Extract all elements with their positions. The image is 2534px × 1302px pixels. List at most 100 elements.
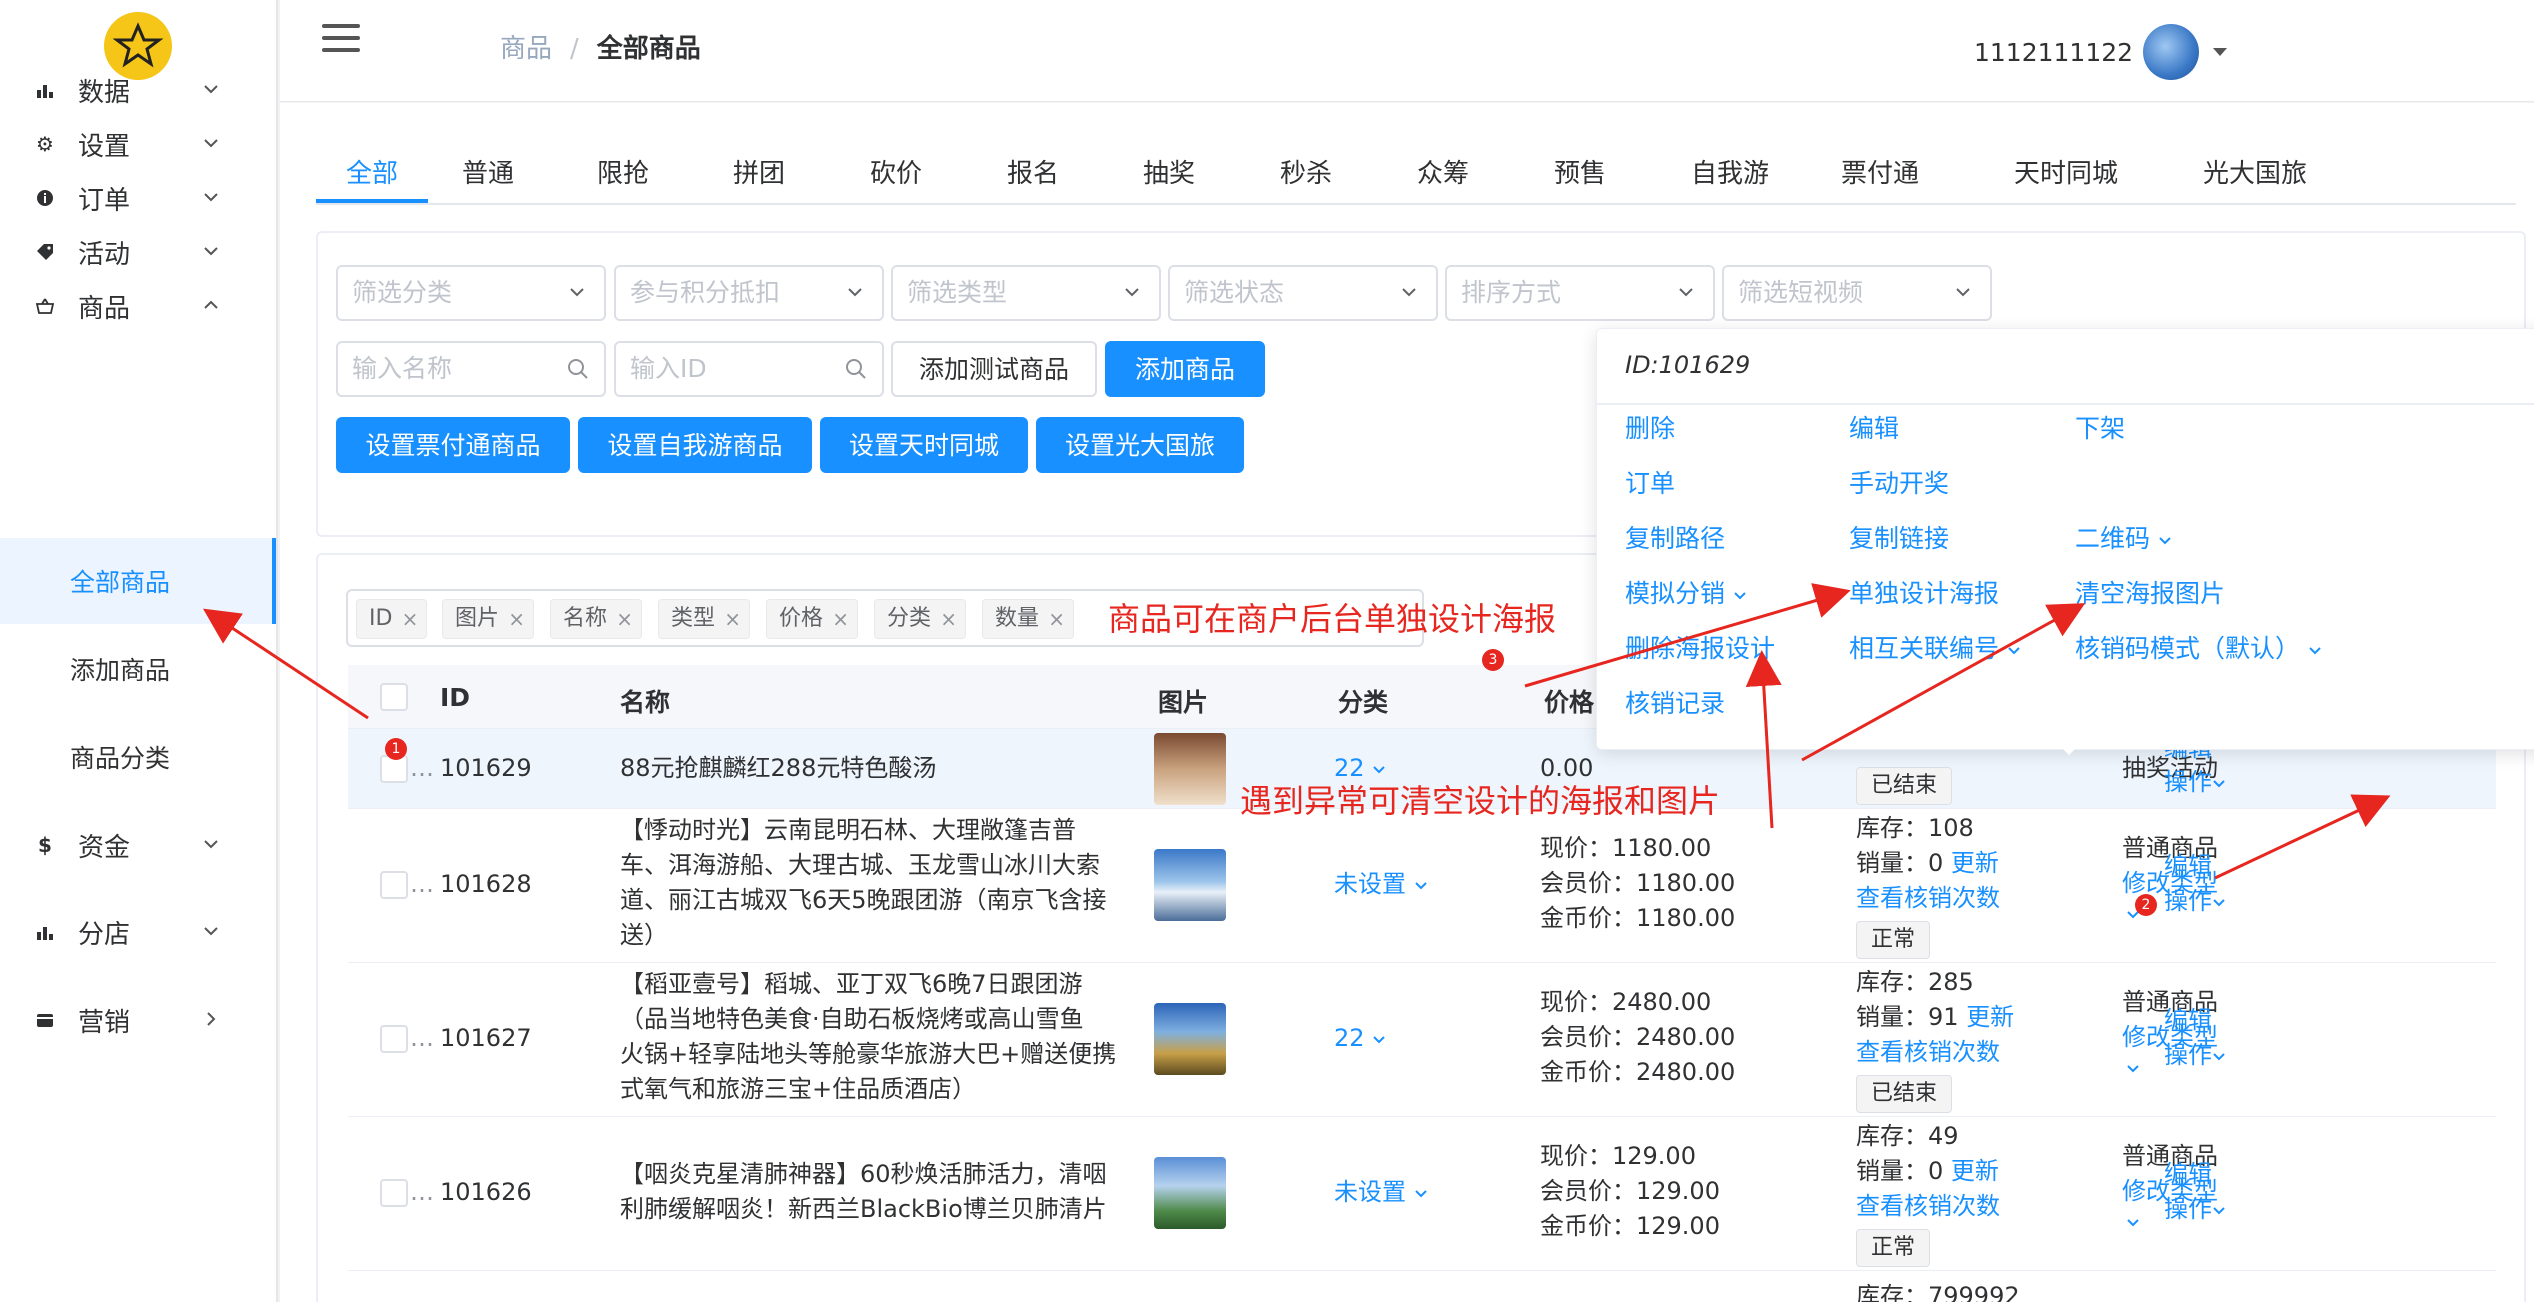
search-icon[interactable] [566,357,590,381]
short-video-select[interactable]: 筛选短视频 [1722,265,1992,321]
tab-all[interactable]: 全部 [316,151,429,203]
copy-path-action[interactable]: 复制路径 [1625,519,1725,555]
hamburger-icon[interactable] [322,24,360,52]
product-thumbnail[interactable] [1154,1157,1226,1229]
update-link[interactable]: 更新 [1966,1003,2014,1031]
view-verify-count-link[interactable]: 查看核销次数 [1856,1035,2000,1070]
sidebar-item-funds[interactable]: $ 资金 [0,813,278,877]
edit-link[interactable]: 编辑 [2164,849,2212,884]
breadcrumb-parent[interactable]: 商品 [500,34,552,64]
chevron-down-icon[interactable] [2126,1215,2140,1229]
tab-crowdfunding[interactable]: 众筹 [1387,151,1499,203]
update-link[interactable]: 更新 [1951,1157,1999,1185]
update-link[interactable]: 更新 [1951,849,1999,877]
tab-tianshi[interactable]: 天时同城 [1984,151,2148,203]
add-test-product-button[interactable]: 添加测试商品 [891,341,1097,397]
product-thumbnail[interactable] [1154,733,1226,805]
select-all-checkbox[interactable] [380,683,408,711]
table-row[interactable]: … 101628 【悸动时光】云南昆明石林、大理敞篷吉普 车、洱海游船、大理古城… [348,809,2496,963]
column-tag[interactable]: 图片 × [442,599,535,639]
tab-signup[interactable]: 报名 [977,151,1089,203]
close-icon[interactable]: × [616,600,633,638]
user-menu[interactable]: 1112111122 [1974,24,2228,80]
chevron-down-icon[interactable] [2126,1061,2140,1075]
table-row[interactable]: … 101627 【稻亚壹号】稻城、亚丁双飞6晚7日跟团游 （品当地特色美食·自… [348,963,2496,1117]
close-icon[interactable]: × [402,600,419,638]
tab-seckill[interactable]: 秒杀 [1250,151,1362,203]
verify-code-mode-dropdown[interactable]: 核销码模式（默认） [2075,629,2322,665]
sort-select[interactable]: 排序方式 [1445,265,1715,321]
sidebar-item-branches[interactable]: 分店 [0,900,278,964]
tab-guangda[interactable]: 光大国旅 [2173,151,2337,203]
orders-action[interactable]: 订单 [1625,464,1675,500]
row-checkbox[interactable] [380,871,408,899]
copy-link-action[interactable]: 复制链接 [1849,519,1949,555]
tab-presale[interactable]: 预售 [1524,151,1636,203]
category-select[interactable]: 筛选分类 [336,265,606,321]
sidebar-subitem-add-product[interactable]: 添加商品 [0,626,276,712]
tab-bargain[interactable]: 砍价 [840,151,952,203]
sidebar-subitem-product-category[interactable]: 商品分类 [0,714,276,800]
tab-flash-sale[interactable]: 限抢 [567,151,679,203]
category-dropdown[interactable]: 22 [1334,1021,1386,1056]
actions-dropdown[interactable]: 操作 [2164,884,2226,919]
set-tianshi-button[interactable]: 设置天时同城 [820,417,1028,473]
column-tag[interactable]: 类型 × [658,599,751,639]
manual-draw-action[interactable]: 手动开奖 [1849,464,1949,500]
clear-poster-images-action[interactable]: 清空海报图片 [2075,574,2225,610]
delete-poster-design-action[interactable]: 删除海报设计 [1625,629,1775,665]
edit-action[interactable]: 编辑 [1849,409,1899,445]
table-row[interactable]: 库存：799992 [348,1271,2496,1302]
category-dropdown[interactable]: 未设置 [1334,1175,1428,1210]
row-checkbox[interactable] [380,1179,408,1207]
column-tag[interactable]: 分类 × [874,599,967,639]
category-dropdown[interactable]: 未设置 [1334,867,1428,902]
column-tag[interactable]: 数量 × [982,599,1075,639]
simulate-distribution-dropdown[interactable]: 模拟分销 [1625,574,1747,610]
column-tag[interactable]: 价格 × [766,599,859,639]
row-checkbox[interactable] [380,1025,408,1053]
points-deduct-select[interactable]: 参与积分抵扣 [614,265,884,321]
qrcode-dropdown[interactable]: 二维码 [2075,519,2172,555]
close-icon[interactable]: × [832,600,849,638]
verify-records-action[interactable]: 核销记录 [1625,684,1725,720]
tab-normal[interactable]: 普通 [432,151,544,203]
actions-dropdown[interactable]: 操作 [2164,1038,2226,1073]
name-search-input[interactable]: 输入名称 [336,341,606,397]
set-piaofutong-button[interactable]: 设置票付通商品 [336,417,570,473]
tab-lottery[interactable]: 抽奖 [1113,151,1225,203]
type-select[interactable]: 筛选类型 [891,265,1161,321]
tab-piaofutong[interactable]: 票付通 [1811,151,1949,203]
delist-action[interactable]: 下架 [2075,409,2125,445]
edit-link[interactable]: 编辑 [2164,1003,2212,1038]
set-guangda-button[interactable]: 设置光大国旅 [1036,417,1244,473]
actions-dropdown[interactable]: 操作 [2164,765,2226,800]
add-product-button[interactable]: 添加商品 [1105,341,1265,397]
product-thumbnail[interactable] [1154,849,1226,921]
caret-down-icon[interactable] [2213,48,2228,56]
sidebar-item-products[interactable]: 商品 [0,274,278,338]
close-icon[interactable]: × [940,600,957,638]
close-icon[interactable]: × [724,600,741,638]
design-poster-action[interactable]: 单独设计海报 [1849,574,1999,610]
sidebar-subitem-all-products[interactable]: 全部商品 [0,538,276,624]
column-tag[interactable]: ID × [356,599,428,639]
tab-self-tour[interactable]: 自我游 [1661,151,1799,203]
view-verify-count-link[interactable]: 查看核销次数 [1856,881,2000,916]
avatar[interactable] [2143,24,2200,80]
tab-group-buy[interactable]: 拼团 [703,151,815,203]
actions-dropdown[interactable]: 操作 [2164,1192,2226,1227]
close-icon[interactable]: × [1048,600,1065,638]
view-verify-count-link[interactable]: 查看核销次数 [1856,1189,2000,1224]
column-tag[interactable]: 名称 × [550,599,643,639]
search-icon[interactable] [844,357,868,381]
status-select[interactable]: 筛选状态 [1168,265,1438,321]
product-thumbnail[interactable] [1154,1003,1226,1075]
sidebar-item-marketing[interactable]: 营销 [0,988,278,1052]
close-icon[interactable]: × [508,600,525,638]
edit-link[interactable]: 编辑 [2164,1157,2212,1192]
link-numbers-dropdown[interactable]: 相互关联编号 [1849,629,2021,665]
table-row[interactable]: … 101626 【咽炎克星清肺神器】60秒焕活肺活力，清咽 利肺缓解咽炎！新西… [348,1117,2496,1271]
delete-action[interactable]: 删除 [1625,409,1675,445]
set-self-tour-button[interactable]: 设置自我游商品 [578,417,812,473]
